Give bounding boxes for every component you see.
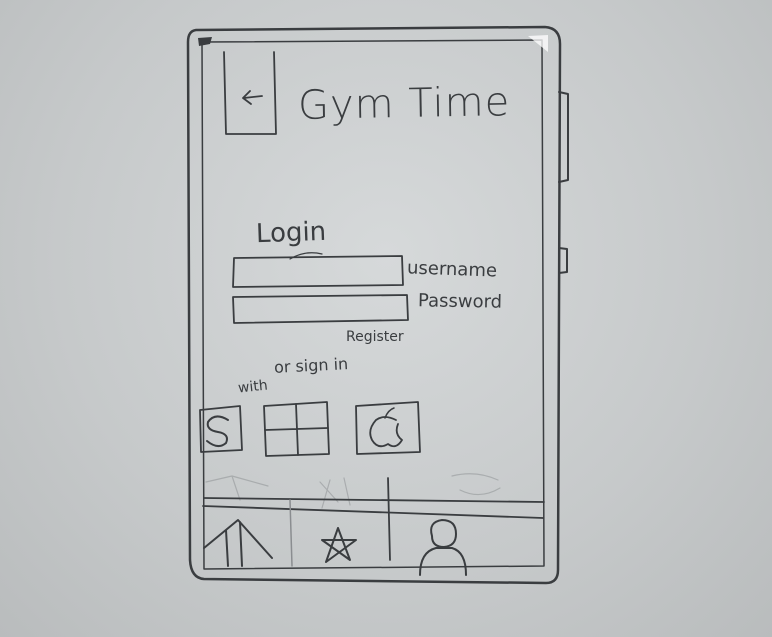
username-label: username <box>406 257 498 282</box>
back-arrow-icon[interactable] <box>223 51 277 135</box>
login-heading: Login <box>255 216 327 250</box>
with-label: with <box>237 377 269 397</box>
register-link[interactable]: Register <box>346 330 404 344</box>
app-title: Gym Time <box>297 79 511 129</box>
erased-marks <box>205 473 501 509</box>
star-icon[interactable] <box>321 527 357 563</box>
password-label: Password <box>417 290 503 313</box>
home-icon[interactable] <box>203 519 273 567</box>
or-sign-in-label: or sign in <box>273 354 349 377</box>
password-input-box[interactable] <box>232 294 409 324</box>
windows-icon[interactable] <box>263 401 330 457</box>
apple-icon[interactable] <box>355 401 421 455</box>
username-input-box[interactable] <box>232 255 404 288</box>
skype-icon[interactable] <box>199 405 243 453</box>
